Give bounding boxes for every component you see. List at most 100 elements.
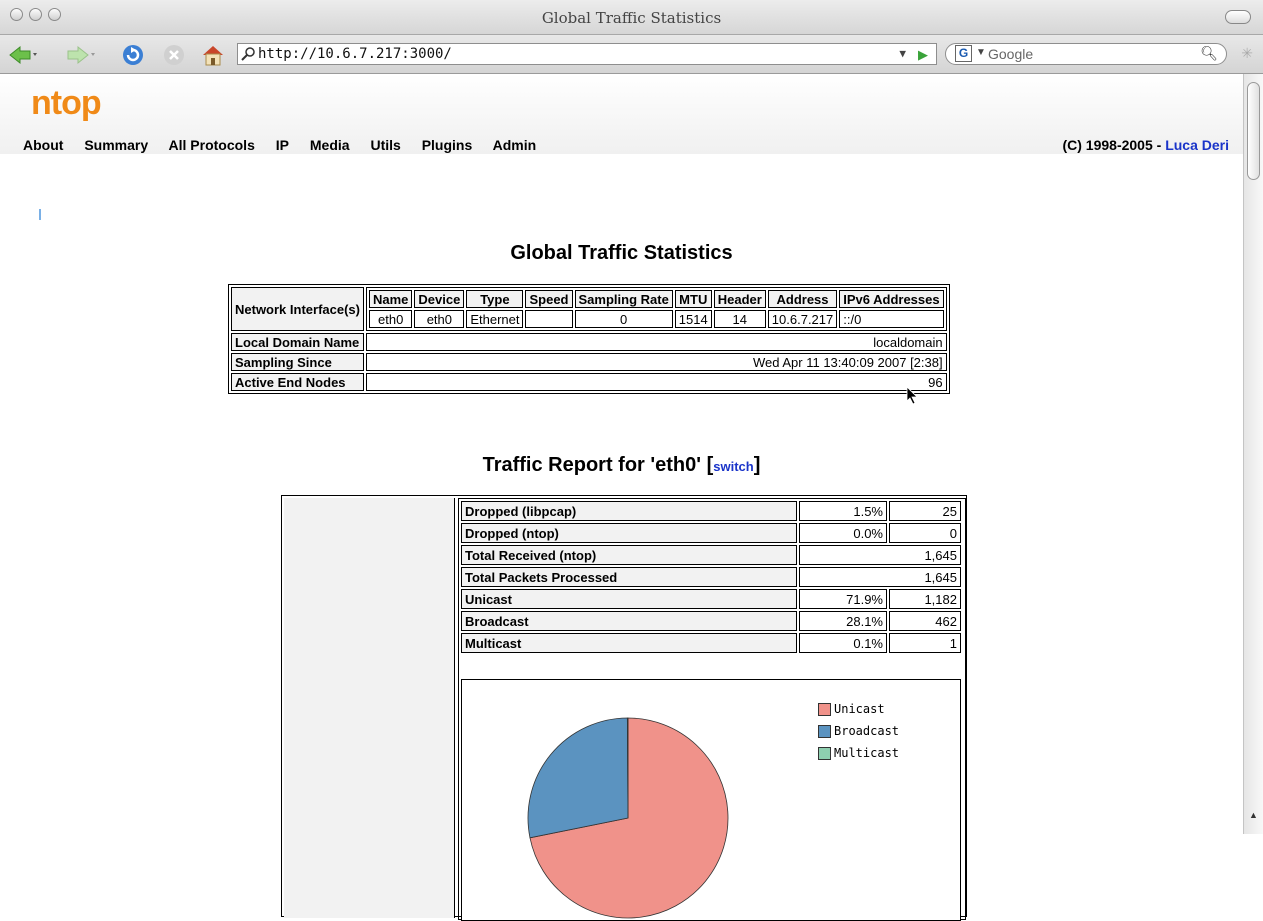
forward-arrow-icon xyxy=(67,45,95,65)
menu-summary[interactable]: Summary xyxy=(84,137,148,153)
main-menu: About Summary All Protocols IP Media Uti… xyxy=(23,137,553,153)
legend-swatch-broadcast xyxy=(818,724,831,738)
interface-table: Name Device Type Speed Sampling Rate MTU… xyxy=(365,287,947,331)
active-nodes-label: Active End Nodes xyxy=(231,373,364,391)
text-cursor-marker xyxy=(39,209,41,220)
menu-plugins[interactable]: Plugins xyxy=(422,137,473,153)
row-count: 25 xyxy=(889,501,961,521)
col-device: Device xyxy=(414,290,465,308)
row-pct: 28.1% xyxy=(799,611,887,631)
site-icon xyxy=(241,47,255,61)
back-button[interactable] xyxy=(6,44,40,66)
row-label: Unicast xyxy=(461,589,797,609)
search-icon[interactable]: 🔍︎ xyxy=(1200,45,1218,62)
col-speed: Speed xyxy=(525,290,573,308)
window-title: Global Traffic Statistics xyxy=(541,9,722,27)
row-count: 1 xyxy=(889,633,961,653)
col-mtu: MTU xyxy=(674,290,712,308)
row-label: Total Packets Processed xyxy=(461,567,797,587)
cell-device: eth0 xyxy=(414,310,465,328)
col-type: Type xyxy=(466,290,524,308)
cell-address: 10.6.7.217 xyxy=(767,310,838,328)
legend-item-broadcast: Broadcast xyxy=(818,720,899,742)
reload-icon xyxy=(123,45,143,65)
col-address: Address xyxy=(767,290,838,308)
scrollbar-thumb[interactable] xyxy=(1247,82,1260,180)
table-row: Total Packets Processed 1,645 xyxy=(461,567,961,587)
traffic-report-text: Traffic Report for 'eth0' [ xyxy=(482,454,714,476)
table-row: Dropped (libpcap) 1.5% 25 xyxy=(461,501,961,521)
author-link[interactable]: Luca Deri xyxy=(1165,137,1229,153)
menu-utils[interactable]: Utils xyxy=(370,137,400,153)
switch-link[interactable]: switch xyxy=(713,459,753,474)
window-titlebar: Global Traffic Statistics xyxy=(0,0,1263,35)
chart-legend: Unicast Broadcast Multicast xyxy=(818,698,899,764)
row-label: Total Received (ntop) xyxy=(461,545,797,565)
col-ipv6: IPv6 Addresses xyxy=(839,290,944,308)
local-domain-label: Local Domain Name xyxy=(231,333,364,351)
row-count: 1,645 xyxy=(799,545,961,565)
row-label: Dropped (ntop) xyxy=(461,523,797,543)
toolbar-toggle-button[interactable] xyxy=(1225,10,1251,24)
menu-all-protocols[interactable]: All Protocols xyxy=(169,137,255,153)
menu-media[interactable]: Media xyxy=(310,137,350,153)
legend-label-broadcast: Broadcast xyxy=(834,724,900,738)
cell-name: eth0 xyxy=(368,310,413,328)
table-row: Total Received (ntop) 1,645 xyxy=(461,545,961,565)
table-row: Broadcast 28.1% 462 xyxy=(461,611,961,631)
traffic-pie-chart: Unicast Broadcast Multicast xyxy=(461,679,961,921)
cell-header: 14 xyxy=(713,310,766,328)
row-count: 1,182 xyxy=(889,589,961,609)
global-stats-title: Global Traffic Statistics xyxy=(510,242,733,264)
row-pct: 71.9% xyxy=(799,589,887,609)
table-row: Unicast 71.9% 1,182 xyxy=(461,589,961,609)
ntop-logo[interactable]: ntop xyxy=(31,84,102,123)
local-domain-value: localdomain xyxy=(365,333,947,351)
menu-admin[interactable]: Admin xyxy=(493,137,537,153)
url-dropdown-icon[interactable]: ▼ xyxy=(899,47,906,60)
back-arrow-icon xyxy=(9,45,37,65)
legend-swatch-unicast xyxy=(818,702,831,716)
report-left-panel xyxy=(284,498,455,918)
report-right-panel: Dropped (libpcap) 1.5% 25 Dropped (ntop) 0.… xyxy=(458,498,966,921)
legend-item-unicast: Unicast xyxy=(818,698,899,720)
pie-slice-broadcast xyxy=(527,717,629,839)
cell-type: Ethernet xyxy=(466,310,524,328)
cell-mtu: 1514 xyxy=(674,310,712,328)
cell-sampling-rate: 0 xyxy=(574,310,673,328)
home-button[interactable] xyxy=(200,44,226,66)
copyright-text: (C) 1998-2005 - xyxy=(1062,137,1166,153)
mouse-pointer-icon xyxy=(906,386,918,405)
sampling-since-value: Wed Apr 11 13:40:09 2007 [2:38] xyxy=(365,353,947,371)
search-field[interactable]: G ▼ Google 🔍︎ xyxy=(945,43,1227,65)
row-pct: 1.5% xyxy=(799,501,887,521)
row-count: 1,645 xyxy=(799,567,961,587)
google-engine-icon[interactable]: G xyxy=(955,45,972,62)
row-pct: 0.0% xyxy=(799,523,887,543)
traffic-report-title: Traffic Report for 'eth0' [switch] xyxy=(0,454,1243,477)
cell-speed xyxy=(525,310,573,328)
home-icon xyxy=(203,46,223,66)
row-pct: 0.1% xyxy=(799,633,887,653)
row-label: Dropped (libpcap) xyxy=(461,501,797,521)
menu-ip[interactable]: IP xyxy=(276,137,289,153)
menu-about[interactable]: About xyxy=(23,137,63,153)
copyright: (C) 1998-2005 - Luca Deri xyxy=(1062,137,1229,153)
go-icon[interactable]: ▶ xyxy=(918,47,928,63)
table-row: Dropped (ntop) 0.0% 0 xyxy=(461,523,961,543)
activity-spinner-icon: ✳ xyxy=(1241,45,1253,61)
network-interfaces-label: Network Interface(s) xyxy=(231,287,364,331)
scroll-up-arrow-icon[interactable]: ▲ xyxy=(1249,810,1258,820)
row-label: Broadcast xyxy=(461,611,797,631)
legend-label-multicast: Multicast xyxy=(834,746,900,760)
vertical-scrollbar[interactable]: ▲ xyxy=(1243,74,1263,834)
stop-button[interactable] xyxy=(161,44,187,66)
engine-dropdown-icon[interactable]: ▼ xyxy=(976,47,986,58)
row-label: Multicast xyxy=(461,633,797,653)
address-bar[interactable]: http://10.6.7.217:3000/ ▼ xyxy=(237,43,937,65)
traffic-report-end: ] xyxy=(753,454,761,476)
reload-button[interactable] xyxy=(120,44,146,66)
url-text: http://10.6.7.217:3000/ xyxy=(258,46,452,62)
forward-button[interactable] xyxy=(64,44,98,66)
active-nodes-value: 96 xyxy=(365,373,947,391)
